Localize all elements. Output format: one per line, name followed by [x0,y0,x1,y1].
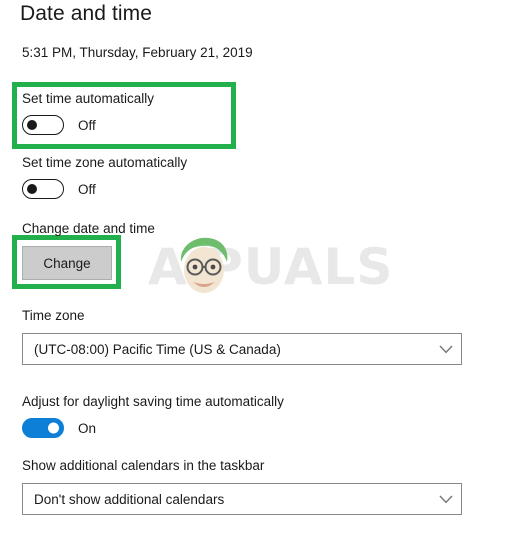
chevron-down-icon[interactable] [431,345,461,354]
time-zone-dropdown[interactable]: (UTC-08:00) Pacific Time (US & Canada) [22,333,462,365]
daylight-saving-state: On [78,420,97,436]
setting-set-time-zone-automatically: Set time zone automatically Off [22,155,187,199]
time-zone-value: (UTC-08:00) Pacific Time (US & Canada) [34,341,281,357]
set-time-automatically-label: Set time automatically [22,91,155,106]
set-time-automatically-state: Off [78,117,96,133]
additional-calendars-dropdown[interactable]: Don't show additional calendars [22,483,462,515]
page-title: Date and time [20,2,153,25]
toggle-knob [27,184,37,194]
toggle-knob [27,120,37,130]
setting-time-zone: Time zone (UTC-08:00) Pacific Time (US &… [22,308,462,365]
setting-additional-calendars: Show additional calendars in the taskbar… [22,458,462,515]
chevron-down-glyph [439,345,453,353]
daylight-saving-toggle[interactable] [22,418,64,438]
setting-set-time-automatically: Set time automatically Off [22,91,154,135]
date-and-time-settings-page: A PUALS Date and time 5:31 PM, Thursday,… [0,0,507,537]
additional-calendars-value: Don't show additional calendars [34,491,225,507]
chevron-down-glyph [439,495,453,503]
appuals-mascot-face-icon [180,237,228,293]
additional-calendars-label: Show additional calendars in the taskbar [22,458,265,473]
daylight-saving-toggle-row[interactable]: On [22,418,284,438]
daylight-saving-label: Adjust for daylight saving time automati… [22,394,284,409]
set-time-zone-automatically-state: Off [78,181,96,197]
set-time-zone-automatically-toggle-row[interactable]: Off [22,179,187,199]
chevron-down-icon[interactable] [431,495,461,504]
change-button[interactable]: Change [22,246,112,280]
current-datetime-text: 5:31 PM, Thursday, February 21, 2019 [22,45,253,60]
set-time-zone-automatically-toggle[interactable] [22,179,64,199]
set-time-automatically-toggle-row[interactable]: Off [22,115,154,135]
toggle-knob [48,422,59,434]
set-time-automatically-toggle[interactable] [22,115,64,135]
change-date-and-time-label: Change date and time [22,221,155,236]
watermark-text: A PUALS [148,238,394,296]
appuals-watermark: A PUALS [148,237,478,316]
set-time-zone-automatically-label: Set time zone automatically [22,155,188,170]
time-zone-label: Time zone [22,308,85,323]
setting-change-date-and-time: Change date and time Change [22,221,155,280]
setting-daylight-saving: Adjust for daylight saving time automati… [22,394,284,438]
